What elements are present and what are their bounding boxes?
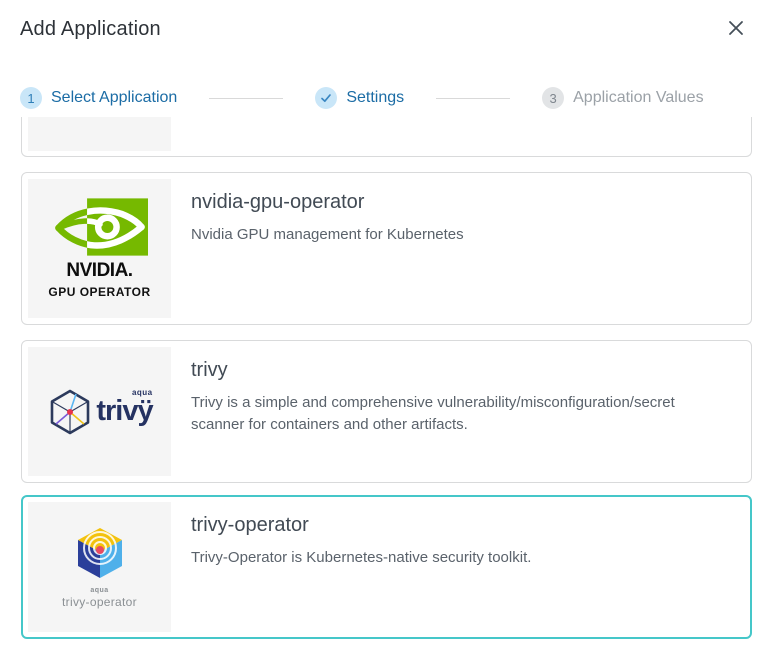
app-logo-tile: NVIDIA. GPU OPERATOR xyxy=(28,179,171,318)
app-card-body: trivy Trivy is a simple and comprehensiv… xyxy=(191,347,701,476)
app-card-body: nvidia-gpu-operator Nvidia GPU managemen… xyxy=(191,179,464,318)
wizard-stepper: 1 Select Application Settings 3 Applicat… xyxy=(20,87,756,109)
app-card-partial[interactable] xyxy=(21,117,752,157)
close-icon xyxy=(726,18,746,38)
step-settings[interactable]: Settings xyxy=(315,87,404,109)
stepper-connector xyxy=(209,98,283,99)
step-2-label: Settings xyxy=(346,89,404,107)
trivy-operator-wordmark: trivy-operator xyxy=(62,595,137,609)
app-description: Trivy-Operator is Kubernetes-native secu… xyxy=(191,547,531,569)
app-logo-tile: aqua trivy-operator xyxy=(28,502,171,632)
nvidia-eye-icon xyxy=(52,198,148,256)
modal-header: Add Application xyxy=(0,0,770,41)
trivy-hexagon-icon xyxy=(46,388,94,436)
app-name: trivy xyxy=(191,359,701,382)
app-card-nvidia-gpu-operator[interactable]: NVIDIA. GPU OPERATOR nvidia-gpu-operator… xyxy=(21,172,752,325)
check-icon xyxy=(320,92,332,104)
nvidia-wordmark: NVIDIA. xyxy=(66,260,132,282)
step-3-label: Application Values xyxy=(573,89,703,107)
app-logo-tile xyxy=(28,117,171,151)
nvidia-gpu-operator-label: GPU OPERATOR xyxy=(48,285,150,299)
stepper-connector xyxy=(436,98,510,99)
app-name: nvidia-gpu-operator xyxy=(191,191,464,214)
aqua-brand-label: aqua xyxy=(132,388,153,397)
application-list: NVIDIA. GPU OPERATOR nvidia-gpu-operator… xyxy=(21,117,752,639)
app-card-trivy-operator[interactable]: aqua trivy-operator trivy-operator Trivy… xyxy=(21,495,752,639)
trivy-operator-cube-icon xyxy=(74,526,126,582)
modal-title: Add Application xyxy=(20,18,161,41)
step-1-number: 1 xyxy=(20,87,42,109)
close-button[interactable] xyxy=(724,16,748,40)
trivy-wordmark: trivÿ xyxy=(96,397,152,426)
app-card-trivy[interactable]: aqua trivÿ trivy Trivy is a simple and c… xyxy=(21,340,752,483)
step-select-application[interactable]: 1 Select Application xyxy=(20,87,177,109)
app-description: Trivy is a simple and comprehensive vuln… xyxy=(191,392,701,436)
app-logo-tile: aqua trivÿ xyxy=(28,347,171,476)
step-2-check xyxy=(315,87,337,109)
step-3-number: 3 xyxy=(542,87,564,109)
aqua-brand-label: aqua xyxy=(90,587,108,594)
step-1-label: Select Application xyxy=(51,89,177,107)
step-application-values[interactable]: 3 Application Values xyxy=(542,87,703,109)
app-description: Nvidia GPU management for Kubernetes xyxy=(191,224,464,246)
app-name: trivy-operator xyxy=(191,514,531,537)
app-card-body: trivy-operator Trivy-Operator is Kuberne… xyxy=(191,502,531,632)
